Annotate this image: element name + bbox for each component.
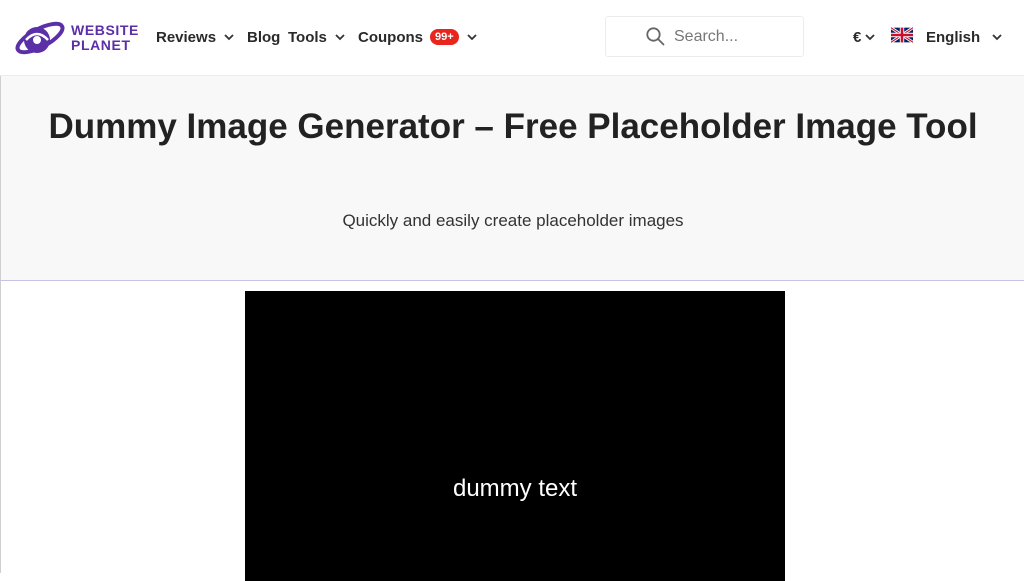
site-header: WEBSITE PLANET Reviews Blog Tools Coupon… — [0, 0, 1024, 76]
chevron-down-icon — [335, 33, 345, 40]
nav-coupons-label: Coupons — [358, 28, 423, 46]
preview-dummy-text: dummy text — [452, 475, 578, 502]
generator-content: dummy text — [0, 281, 1024, 581]
hero-section: Dummy Image Generator – Free Placeholder… — [0, 76, 1024, 281]
nav-tools-label: Tools — [288, 28, 327, 46]
chevron-down-icon — [865, 33, 875, 40]
search-input[interactable] — [674, 27, 794, 46]
website-planet-logo[interactable]: WEBSITE PLANET — [12, 18, 139, 58]
page-subtitle: Quickly and easily create placeholder im… — [342, 211, 684, 230]
coupons-count-badge: 99+ — [430, 29, 459, 45]
logo-wordmark: WEBSITE PLANET — [71, 23, 139, 53]
search-icon — [646, 27, 665, 46]
planet-logo-icon — [15, 21, 65, 55]
nav-tools[interactable]: Tools — [288, 28, 345, 46]
logo-line-website: WEBSITE — [71, 22, 139, 38]
chevron-down-icon — [224, 33, 234, 40]
nav-blog-label: Blog — [247, 28, 281, 46]
placeholder-image-preview: dummy text — [245, 291, 785, 581]
chevron-down-icon — [467, 33, 477, 40]
language-selector[interactable]: English — [926, 28, 1002, 46]
nav-coupons[interactable]: Coupons 99+ — [358, 28, 477, 46]
logo-line-planet: PLANET — [71, 37, 131, 53]
currency-selector[interactable]: € — [853, 28, 875, 46]
uk-flag-icon[interactable] — [891, 27, 913, 43]
nav-blog[interactable]: Blog — [247, 28, 280, 46]
search-box[interactable] — [605, 16, 804, 57]
chevron-down-icon — [992, 33, 1002, 40]
nav-reviews-label: Reviews — [156, 28, 217, 46]
language-label: English — [926, 28, 981, 46]
nav-reviews[interactable]: Reviews — [156, 28, 234, 46]
page-title: Dummy Image Generator – Free Placeholder… — [48, 107, 978, 146]
currency-symbol: € — [853, 28, 862, 46]
